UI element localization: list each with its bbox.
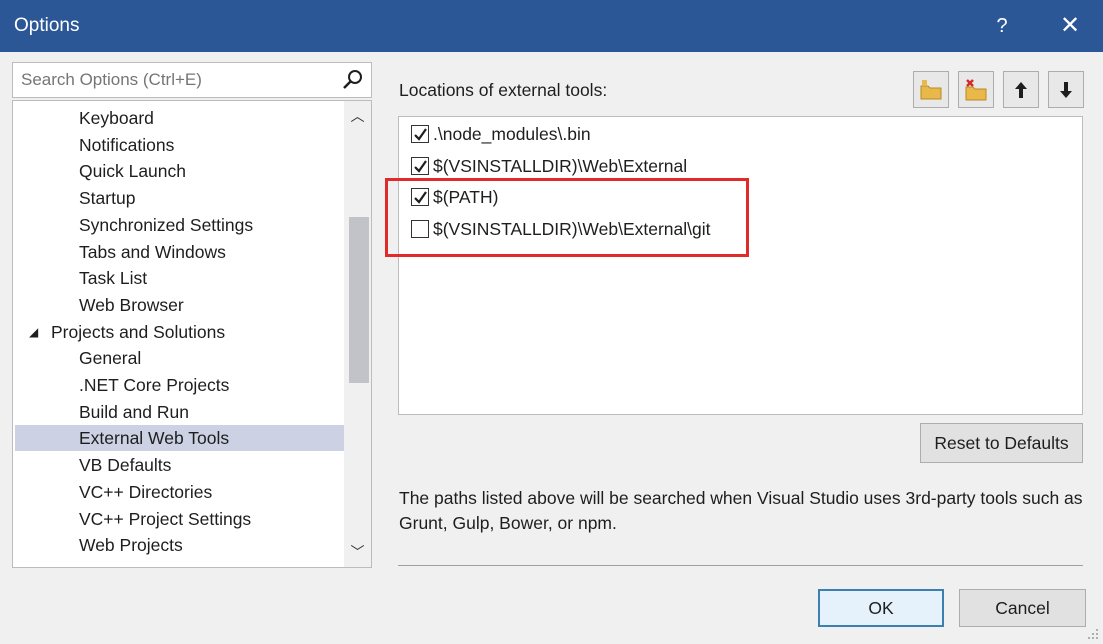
tree-item[interactable]: General	[15, 345, 344, 371]
move-up-button[interactable]	[1003, 71, 1039, 108]
new-folder-icon	[920, 80, 942, 100]
tree-item-label: External Web Tools	[79, 428, 230, 449]
new-folder-button[interactable]	[913, 71, 949, 108]
tree-item-label: Tabs and Windows	[79, 241, 226, 262]
checkmark-icon	[414, 128, 427, 141]
tree-item-label: Synchronized Settings	[79, 214, 254, 235]
tree-item-label: Web Browser	[79, 294, 184, 315]
tree-item-label: VC++ Project Settings	[79, 508, 252, 529]
footer-separator	[398, 565, 1083, 566]
tree-item[interactable]: Tabs and Windows	[15, 239, 344, 265]
tree-item-label: VB Defaults	[79, 455, 172, 476]
title-bar: Options ? ✕	[0, 0, 1103, 52]
tree-item[interactable]: Quick Launch	[15, 158, 344, 184]
close-button[interactable]: ✕	[1048, 8, 1092, 44]
tree-item-label: Startup	[79, 188, 136, 209]
location-checkbox[interactable]	[411, 219, 429, 238]
window-title: Options	[14, 15, 80, 36]
tree-item[interactable]: VB Defaults	[15, 452, 344, 478]
help-button[interactable]: ?	[980, 8, 1024, 44]
arrow-down-icon	[1060, 82, 1072, 98]
location-path: $(VSINSTALLDIR)\Web\External\git	[433, 218, 711, 239]
locations-label: Locations of external tools:	[399, 80, 608, 100]
collapse-triangle-icon[interactable]: ◢	[29, 319, 38, 345]
location-item[interactable]: .\node_modules\.bin	[411, 121, 591, 147]
tree-item-label: Notifications	[79, 134, 175, 155]
scroll-down-arrow-icon[interactable]: ﹀	[344, 541, 371, 563]
tree-item[interactable]: Keyboard	[15, 105, 344, 131]
search-icon[interactable]	[341, 68, 365, 92]
tree-item[interactable]: Web Browser	[15, 292, 344, 318]
location-item[interactable]: $(VSINSTALLDIR)\Web\External\git	[411, 216, 711, 242]
cancel-button[interactable]: Cancel	[959, 589, 1086, 627]
options-tree: Keyboard Notifications Quick Launch Startup…	[12, 100, 372, 568]
tree-item-label: Projects and Solutions	[51, 321, 226, 342]
tree-item[interactable]: Task List	[15, 265, 344, 291]
checkmark-icon	[414, 191, 427, 204]
description-text: The paths listed above will be searched …	[399, 488, 1083, 533]
scroll-up-arrow-icon[interactable]: ︿	[344, 105, 371, 127]
tree-item-label: VC++ Directories	[79, 481, 213, 502]
tree-item[interactable]: Build and Run	[15, 399, 344, 425]
location-checkbox[interactable]	[411, 188, 429, 206]
location-path: $(VSINSTALLDIR)\Web\External	[433, 155, 688, 176]
tree-item-label: Quick Launch	[79, 161, 187, 182]
location-checkbox[interactable]	[411, 125, 429, 143]
search-input[interactable]	[19, 68, 335, 92]
tree-item[interactable]: Synchronized Settings	[15, 212, 344, 238]
arrow-up-icon	[1015, 82, 1027, 98]
delete-folder-button[interactable]	[958, 71, 994, 108]
tree-item[interactable]: Notifications	[15, 132, 344, 158]
location-path: .\node_modules\.bin	[433, 124, 591, 144]
tree-item-label: Web Projects	[79, 535, 183, 556]
location-checkbox[interactable]	[411, 156, 429, 175]
locations-list: .\node_modules\.bin $(VSINSTALLDIR)\Web\E…	[398, 116, 1083, 415]
location-item[interactable]: $(PATH)	[411, 184, 498, 210]
tree-item[interactable]: Web Projects	[15, 532, 344, 558]
tree-item[interactable]: ◢ Projects and Solutions	[15, 319, 344, 345]
ok-button[interactable]: OK	[818, 589, 944, 627]
checkmark-icon	[414, 159, 427, 173]
delete-folder-icon	[965, 79, 987, 101]
tree-item-label: Task List	[79, 268, 148, 289]
tree-item-label: .NET Core Projects	[79, 375, 230, 395]
scrollbar-thumb[interactable]	[349, 217, 369, 383]
tree-item-label: Keyboard	[79, 108, 154, 128]
location-path: $(PATH)	[433, 187, 499, 207]
reset-defaults-button[interactable]: Reset to Defaults	[920, 423, 1083, 463]
tree-scrollbar[interactable]: ︿ ﹀	[344, 101, 371, 567]
tree-item[interactable]: VC++ Directories	[15, 479, 344, 505]
tree-item[interactable]: VC++ Project Settings	[15, 506, 344, 532]
tree-item[interactable]: Startup	[15, 185, 344, 211]
move-down-button[interactable]	[1048, 71, 1084, 108]
tree-item-label: Build and Run	[79, 401, 189, 422]
tree-item[interactable]: .NET Core Projects	[15, 372, 344, 398]
tree-item[interactable]: External Web Tools	[15, 425, 344, 452]
resize-grip-icon[interactable]	[1087, 628, 1099, 640]
search-box	[12, 62, 372, 98]
tree-item-label: General	[79, 348, 142, 369]
location-item[interactable]: $(VSINSTALLDIR)\Web\External	[411, 153, 687, 179]
